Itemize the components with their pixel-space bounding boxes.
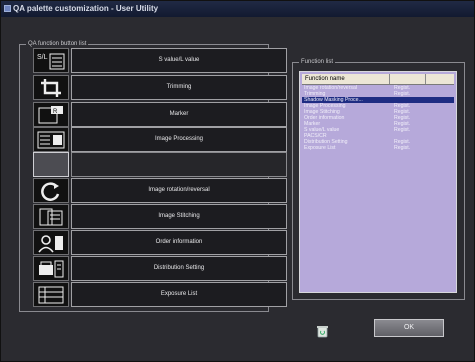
- qa-group-label: QA function button list: [26, 40, 89, 48]
- user-utility-window: QA palette customization - User Utility …: [0, 0, 475, 362]
- marker-icon[interactable]: R: [33, 102, 69, 127]
- qa-button-row[interactable]: S/L S value/L value: [33, 48, 287, 73]
- function-list[interactable]: Function name Image rotation/reversal Reg…: [299, 71, 457, 293]
- sl-value-icon[interactable]: S/L: [33, 48, 69, 73]
- svg-text:S/L: S/L: [37, 54, 48, 61]
- qa-button-row[interactable]: Trimming: [33, 75, 287, 100]
- app-icon: [4, 5, 11, 12]
- qa-button-label[interactable]: Image Stitching: [71, 204, 287, 229]
- qa-button-row[interactable]: Image Stitching: [33, 204, 287, 229]
- qa-button-label[interactable]: Image Processing: [71, 127, 287, 152]
- qa-button-label[interactable]: Order information: [71, 230, 287, 255]
- order-info-icon[interactable]: [33, 230, 69, 255]
- distribution-icon[interactable]: [33, 256, 69, 281]
- function-list-item[interactable]: Exposure List Regist.: [302, 145, 454, 151]
- qa-button-label[interactable]: Image rotation/reversal: [71, 178, 287, 203]
- qa-button-row[interactable]: Exposure List: [33, 282, 287, 307]
- image-processing-icon[interactable]: [33, 127, 69, 152]
- qa-button-label[interactable]: Exposure List: [71, 282, 287, 307]
- qa-button-label[interactable]: [71, 152, 287, 177]
- qa-button-label[interactable]: Distribution Setting: [71, 256, 287, 281]
- svg-text:R: R: [53, 109, 58, 115]
- function-name: Exposure List: [304, 145, 336, 151]
- trash-icon[interactable]: [317, 325, 328, 338]
- column-header-extra[interactable]: [426, 74, 454, 84]
- stitching-icon[interactable]: [33, 204, 69, 229]
- qa-button-row[interactable]: Order information: [33, 230, 287, 255]
- qa-button-label[interactable]: Marker: [71, 102, 287, 127]
- function-status: Regist.: [394, 145, 411, 151]
- crop-icon[interactable]: [33, 75, 69, 100]
- function-list-label: Function list: [299, 58, 336, 66]
- function-list-rows: Image rotation/reversal Regist. Trimming Re…: [302, 85, 454, 151]
- qa-button-row[interactable]: Distribution Setting: [33, 256, 287, 281]
- title-bar: QA palette customization - User Utility: [1, 1, 474, 17]
- qa-button-label[interactable]: S value/L value: [71, 48, 287, 73]
- qa-button-row[interactable]: Image Processing: [33, 127, 287, 152]
- column-header-status[interactable]: [390, 74, 426, 84]
- qa-button-row-empty[interactable]: [33, 152, 287, 177]
- window-title: QA palette customization - User Utility: [13, 4, 159, 13]
- rotate-icon[interactable]: [33, 178, 69, 203]
- qa-button-label[interactable]: Trimming: [71, 75, 287, 100]
- ok-button[interactable]: OK: [374, 319, 444, 337]
- exposure-list-icon[interactable]: [33, 282, 69, 307]
- qa-button-row[interactable]: Image rotation/reversal: [33, 178, 287, 203]
- function-list-header: Function name: [302, 74, 454, 85]
- empty-icon-slot[interactable]: [33, 152, 69, 177]
- column-header-function-name[interactable]: Function name: [302, 74, 390, 84]
- qa-button-row[interactable]: R Marker: [33, 102, 287, 127]
